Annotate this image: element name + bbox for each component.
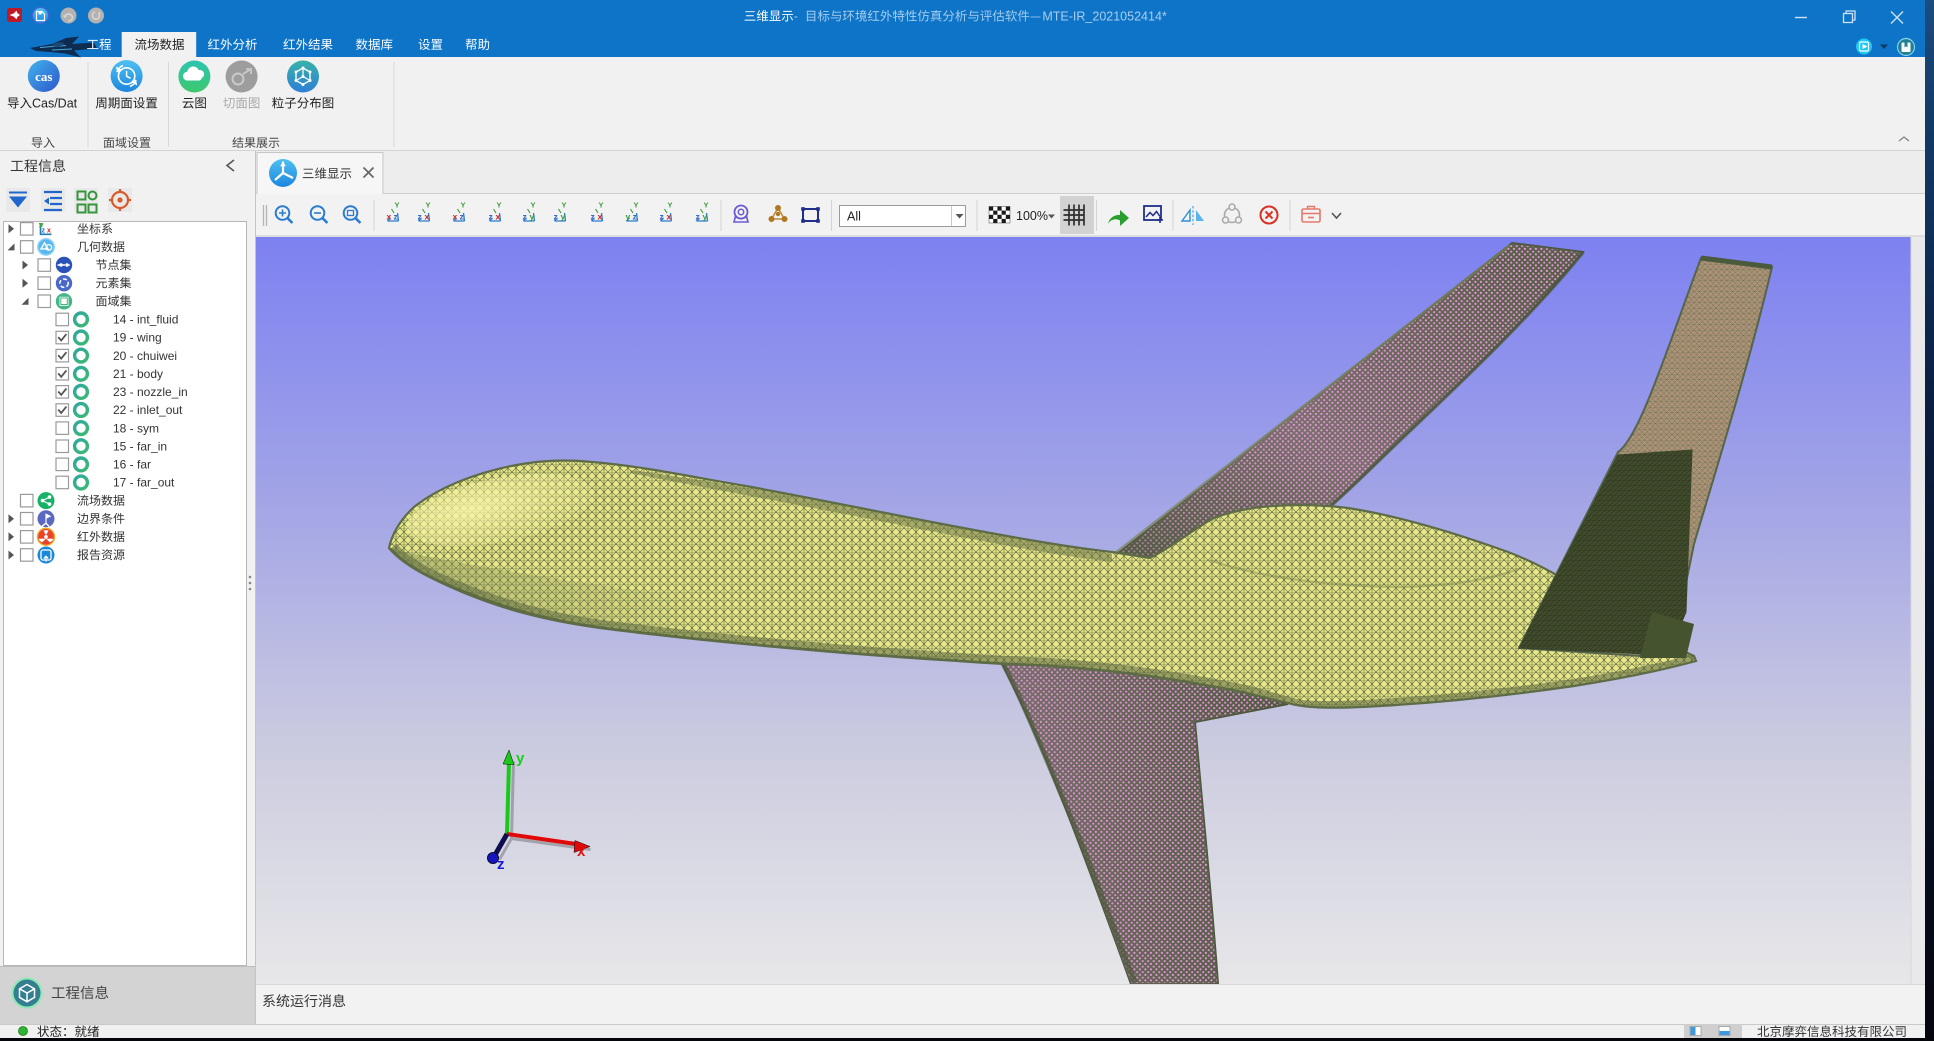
- svg-text:z: z: [696, 212, 700, 222]
- svg-text:-: -: [794, 10, 798, 24]
- svg-text:20 - chuiwei: 20 - chuiwei: [113, 349, 177, 363]
- svg-text:All: All: [847, 210, 861, 224]
- svg-text:x: x: [453, 212, 458, 222]
- svg-text:Y: Y: [497, 201, 502, 210]
- svg-text:x: x: [425, 212, 430, 222]
- svg-text:22 - inlet_out: 22 - inlet_out: [113, 403, 183, 417]
- svg-text:z: z: [660, 212, 664, 222]
- svg-text:y: y: [703, 212, 708, 222]
- svg-text:x: x: [496, 212, 501, 222]
- svg-text:y: y: [516, 750, 525, 767]
- svg-text:19 - wing: 19 - wing: [113, 331, 162, 345]
- svg-text:cas: cas: [35, 69, 52, 84]
- svg-text:Y: Y: [562, 201, 567, 210]
- svg-text:x: x: [667, 212, 672, 222]
- svg-text:x: x: [387, 212, 392, 222]
- svg-text:x: x: [598, 212, 603, 222]
- svg-text:21 - body: 21 - body: [113, 367, 163, 381]
- svg-text:Y: Y: [704, 201, 709, 210]
- svg-text:z: z: [591, 212, 595, 222]
- svg-text:MTE-IR_2021052414*: MTE-IR_2021052414*: [1042, 10, 1167, 24]
- svg-text:y: y: [530, 212, 535, 222]
- svg-text:x: x: [577, 843, 586, 860]
- svg-text:15 - far_in: 15 - far_in: [113, 439, 167, 453]
- svg-text:Y: Y: [599, 201, 604, 210]
- svg-text:Y: Y: [634, 201, 639, 210]
- svg-text:Y: Y: [395, 201, 400, 210]
- svg-text:y: y: [561, 212, 566, 222]
- svg-text:Y: Y: [531, 201, 536, 210]
- svg-text:z: z: [554, 212, 558, 222]
- svg-text:x: x: [47, 227, 51, 234]
- svg-text:z: z: [394, 212, 398, 222]
- svg-text:Y: Y: [461, 201, 466, 210]
- svg-text:z: z: [418, 212, 422, 222]
- svg-text:17 - far_out: 17 - far_out: [113, 476, 175, 490]
- svg-text:18 - sym: 18 - sym: [113, 421, 159, 435]
- svg-text:14 - int_fluid: 14 - int_fluid: [113, 313, 178, 327]
- svg-text:z: z: [523, 212, 527, 222]
- svg-text:100%: 100%: [1016, 209, 1048, 223]
- svg-text:z: z: [42, 227, 46, 234]
- svg-text:z: z: [633, 212, 637, 222]
- svg-text:Y: Y: [668, 201, 673, 210]
- svg-text:Cas/Dat: Cas/Dat: [32, 97, 78, 111]
- svg-text:16 - far: 16 - far: [113, 458, 151, 472]
- svg-text:z: z: [489, 212, 493, 222]
- svg-text:z: z: [497, 856, 505, 873]
- svg-text:z: z: [460, 212, 464, 222]
- svg-text:Y: Y: [426, 201, 431, 210]
- svg-text:y: y: [626, 212, 631, 222]
- svg-text:23 - nozzle_in: 23 - nozzle_in: [113, 385, 188, 399]
